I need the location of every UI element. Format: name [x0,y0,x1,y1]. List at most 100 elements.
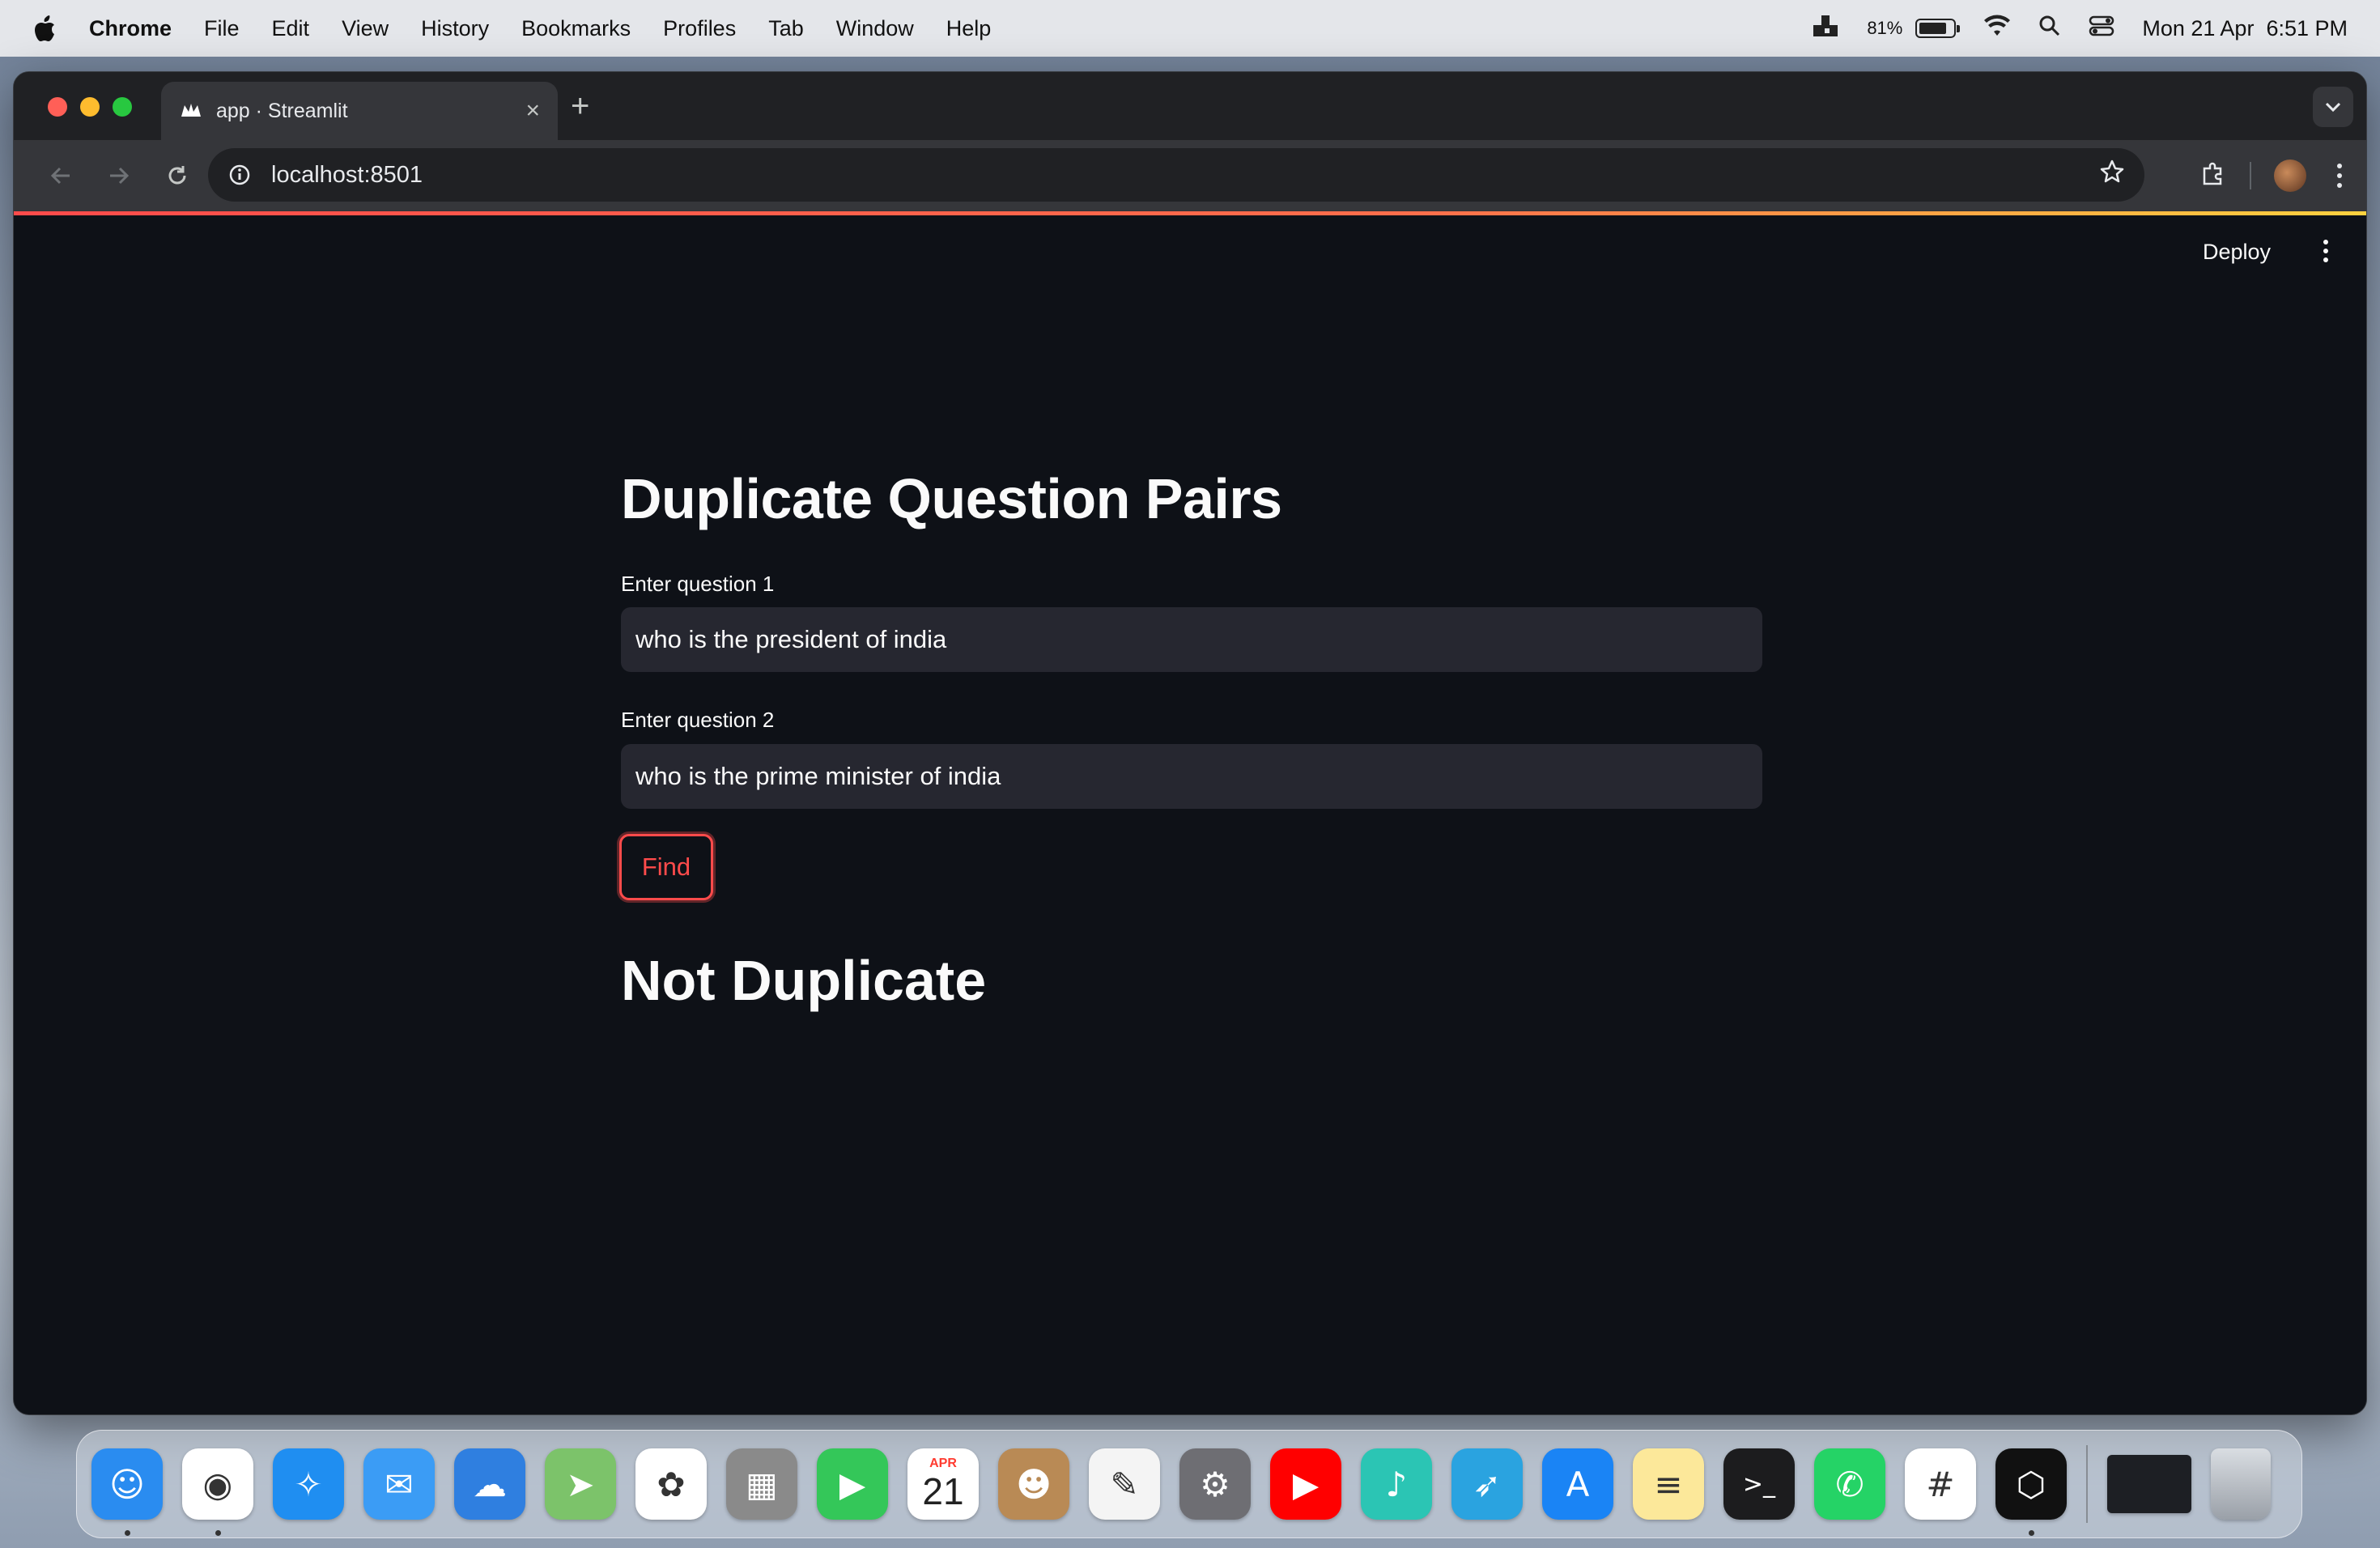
slack-icon[interactable]: # [1905,1448,1976,1520]
spotlight-search-icon[interactable] [2038,15,2061,43]
app-store-icon[interactable]: A [1542,1448,1613,1520]
forward-button[interactable] [90,147,148,205]
telegram-glyph: ➶ [1473,1464,1502,1504]
main-menu-icon[interactable] [2318,236,2334,266]
tab-search-button[interactable] [2313,87,2353,127]
window-zoom-button[interactable] [113,97,132,117]
toolbar-divider [2250,162,2251,189]
weather-glyph: ☁ [473,1464,507,1504]
cursor-status-icon[interactable] [1812,14,1839,44]
page-title: Duplicate Question Pairs [621,467,1282,530]
macos-menu-bar: Chrome File Edit View History Bookmarks … [0,0,2380,57]
menubar-status-area: 81% Mon 21 Apr 6:51 PM [1812,14,2348,44]
telegram-icon[interactable]: ➶ [1451,1448,1523,1520]
finder-icon[interactable]: ☺ [91,1448,163,1536]
safari-icon[interactable]: ✧ [273,1448,344,1520]
terminal-icon[interactable]: >_ [1723,1448,1795,1520]
slack-glyph: # [1926,1464,1955,1504]
tab-title: app · Streamlit [216,99,348,122]
notes-icon[interactable]: ≡ [1633,1448,1704,1520]
finder-glyph: ☺ [109,1464,145,1504]
calculator-glyph: ▦ [746,1464,778,1504]
question-2-input[interactable]: who is the prime minister of india [621,744,1762,809]
contacts-glyph: ☻ [1016,1464,1052,1504]
chrome-glyph: ◉ [202,1464,233,1504]
chrome-menu-icon[interactable] [2329,164,2350,188]
mail-icon[interactable]: ✉ [363,1448,435,1520]
cursor-icon[interactable]: ⬡ [1995,1448,2067,1536]
menu-bookmarks[interactable]: Bookmarks [521,16,631,41]
calendar-icon[interactable]: APR 21 [907,1448,979,1520]
weather-icon[interactable]: ☁ [454,1448,525,1520]
menu-window[interactable]: Window [836,16,914,41]
cursor-glyph: ⬡ [2016,1464,2046,1504]
result-heading: Not Duplicate [621,949,987,1012]
question-1-label: Enter question 1 [621,572,775,596]
battery-level-fill [1919,23,1946,34]
jiosaavn-glyph: ♪ [1385,1464,1408,1504]
menu-help[interactable]: Help [946,16,992,41]
site-info-icon[interactable] [227,163,252,187]
trash-icon[interactable] [2211,1448,2271,1520]
question-1-input[interactable]: who is the president of india [621,607,1762,672]
tab-close-icon[interactable]: × [525,97,540,125]
maps-glyph: ➤ [566,1464,595,1504]
wifi-icon[interactable] [1983,15,2011,43]
dock-separator [2086,1445,2088,1523]
calculator-icon[interactable]: ▦ [726,1448,797,1520]
system-settings-icon[interactable]: ⚙ [1179,1448,1251,1520]
contacts-icon[interactable]: ☻ [998,1448,1069,1520]
reload-icon [168,166,186,185]
menu-file[interactable]: File [204,16,240,41]
whatsapp-icon[interactable]: ✆ [1814,1448,1885,1520]
tab-strip: app · Streamlit × + [14,72,2366,140]
mail-glyph: ✉ [385,1464,414,1504]
extensions-icon[interactable] [2199,160,2227,192]
terminal-glyph: >_ [1742,1469,1776,1499]
question-2-label: Enter question 2 [621,708,775,732]
calendar-day: 21 [922,1470,964,1512]
menubar-clock[interactable]: Mon 21 Apr 6:51 PM [2142,16,2348,41]
whatsapp-glyph: ✆ [1835,1464,1864,1504]
control-center-icon[interactable] [2089,15,2114,43]
tab-app-streamlit[interactable]: app · Streamlit × [161,82,558,140]
deploy-button[interactable]: Deploy [2203,240,2271,265]
jiosaavn-icon[interactable]: ♪ [1361,1448,1432,1520]
youtube-glyph: ▶ [1292,1464,1320,1504]
reload-button[interactable] [148,147,206,205]
textedit-icon[interactable]: ✎ [1089,1448,1160,1520]
safari-glyph: ✧ [294,1464,323,1504]
battery-icon[interactable] [1915,19,1961,38]
menu-view[interactable]: View [342,16,389,41]
apple-logo-icon[interactable] [32,15,57,42]
address-bar[interactable]: localhost:8501 [208,148,2144,202]
toolbar-right-tools [2199,140,2350,211]
chrome-icon[interactable]: ◉ [182,1448,253,1536]
chrome-window: app · Streamlit × + localhost:8501 Deplo… [13,71,2367,1415]
window-close-button[interactable] [48,97,67,117]
chevron-down-icon [2325,102,2341,113]
youtube-icon[interactable]: ▶ [1270,1448,1341,1520]
minimized-window-thumbnail[interactable] [2107,1455,2191,1513]
facetime-glyph: ▶ [839,1464,866,1504]
maps-icon[interactable]: ➤ [545,1448,616,1520]
find-button[interactable]: Find [619,834,713,900]
menu-edit[interactable]: Edit [272,16,310,41]
menu-profiles[interactable]: Profiles [663,16,736,41]
question-1-value: who is the president of india [635,625,947,653]
app-store-glyph: A [1566,1464,1590,1504]
url-text[interactable]: localhost:8501 [271,162,423,189]
back-button[interactable] [32,147,90,205]
streamlit-favicon-icon [179,99,203,123]
facetime-icon[interactable]: ▶ [817,1448,888,1520]
bookmark-star-icon[interactable] [2099,159,2125,191]
photos-icon[interactable]: ✿ [635,1448,707,1520]
menu-tab[interactable]: Tab [768,16,804,41]
menu-app-name[interactable]: Chrome [89,16,172,41]
system-settings-glyph: ⚙ [1200,1464,1230,1504]
window-minimize-button[interactable] [80,97,100,117]
new-tab-button[interactable]: + [571,88,589,125]
browser-toolbar: localhost:8501 [14,140,2366,211]
menu-history[interactable]: History [421,16,489,41]
profile-avatar[interactable] [2274,159,2306,192]
